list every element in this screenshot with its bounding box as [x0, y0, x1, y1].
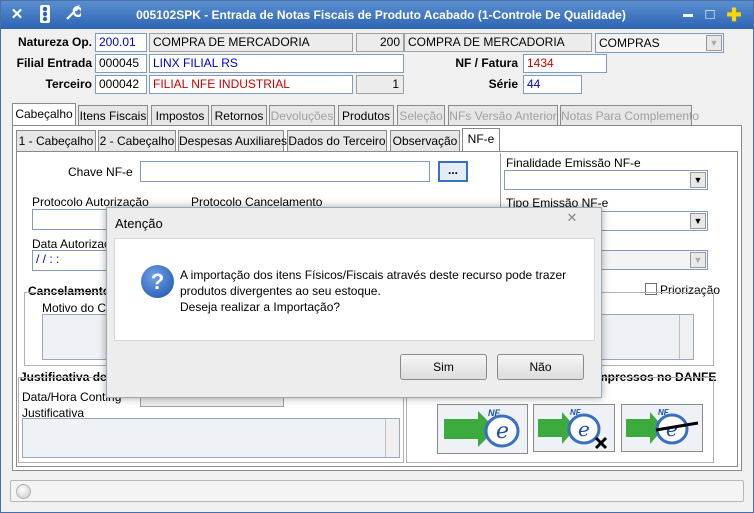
terceiro-name-field[interactable]: FILIAL NFE INDUSTRIAL — [149, 75, 353, 94]
tab-retornos[interactable]: Retornos — [211, 105, 267, 126]
serie-label: Série — [488, 77, 518, 91]
subtab-despesas-auxiliares[interactable]: Despesas Auxiliares — [178, 130, 288, 151]
nf-fatura-label: NF / Fatura — [455, 56, 518, 70]
no-button[interactable]: Não — [497, 354, 584, 380]
finalidade-dropdown[interactable]: ▼ — [504, 170, 708, 190]
maximize-icon[interactable]: □ — [700, 5, 720, 25]
natureza-type-value: COMPRAS — [599, 36, 660, 50]
nfe-cancel-icon: e NF — [538, 408, 608, 450]
tab-itens-fiscais[interactable]: Itens Fiscais — [78, 105, 148, 126]
tab-notas-complemento-label: Notas Para Complemento — [561, 109, 700, 123]
nfe-inutilize-icon: e NF — [626, 408, 699, 445]
filial-code-field[interactable]: 000045 — [95, 54, 147, 73]
justificativa-scrollbar[interactable] — [385, 419, 399, 457]
subtab-1-cabecalho[interactable]: 1 - Cabeçalho — [16, 130, 96, 151]
tab-itens-fiscais-label: Itens Fiscais — [79, 109, 147, 123]
natureza-desc-field: COMPRA DE MERCADORIA — [149, 33, 353, 52]
nfe-send-button[interactable]: e NF — [437, 404, 528, 454]
tab-cabecalho[interactable]: Cabeçalho — [12, 103, 76, 126]
subtab-observacao-label: Observação — [392, 134, 458, 148]
dialog-close-icon[interactable]: ✕ — [549, 208, 595, 228]
natureza-type-dropdown[interactable]: COMPRAS ▼ — [595, 33, 724, 53]
nfe-cancel-e: e — [578, 417, 590, 441]
filial-label: Filial Entrada — [16, 56, 92, 70]
chevron-down-icon: ▼ — [706, 35, 722, 51]
chave-browse-button[interactable]: ... — [438, 161, 468, 182]
subtab-2-cabecalho-label: 2 - Cabeçalho — [99, 134, 175, 148]
tab-impostos-label: Impostos — [155, 109, 205, 123]
tab-retornos-label: Retornos — [214, 109, 264, 123]
nfe-inutilize-button[interactable]: e NF — [621, 404, 703, 452]
question-icon: ? — [141, 265, 174, 298]
nfe-send-e: e — [496, 419, 509, 444]
subtab-despesas-auxiliares-label: Despesas Auxiliares — [179, 134, 288, 148]
chevron-down-icon: ▼ — [690, 172, 706, 188]
nfe-cancel-button[interactable]: e NF — [533, 404, 615, 452]
minimize-icon[interactable]: ▬ — [678, 5, 698, 25]
dialog-message: A importação dos itens Físicos/Fiscais a… — [180, 267, 566, 315]
tab-impostos[interactable]: Impostos — [151, 105, 209, 126]
yes-button[interactable]: Sim — [400, 354, 487, 380]
window-title: 005102SPK - Entrada de Notas Fiscais de … — [136, 8, 626, 22]
dialog-message-line1: A importação dos itens Físicos/Fiscais a… — [180, 268, 567, 282]
title-bar: ✕ 005102SPK - Entrada de Notas Fiscais d… — [1, 1, 753, 29]
finalidade-label: Finalidade Emissão NF-e — [506, 156, 641, 170]
tab-devolucoes[interactable]: Devoluções — [269, 105, 335, 126]
natureza-code-field[interactable]: 200.01 — [95, 33, 147, 52]
dialog-title: Atenção — [115, 216, 163, 231]
nfe-cancel-nf: NF — [570, 408, 582, 417]
tab-cabecalho-label: Cabeçalho — [15, 107, 73, 121]
nfe-send-icon: e NF — [444, 408, 520, 448]
natureza-label: Natureza Op. — [17, 35, 92, 49]
status-indicator-icon — [16, 484, 31, 499]
nfe-send-nf: NF — [488, 408, 500, 418]
subtab-nfe[interactable]: NF-e — [462, 128, 500, 151]
subtab-1-cabecalho-label: 1 - Cabeçalho — [18, 134, 94, 148]
terceiro-code-field[interactable]: 000042 — [95, 75, 147, 94]
tab-nfs-versao-anterior[interactable]: NFs Versão Anterior — [448, 105, 558, 126]
tab-produtos-label: Produtos — [341, 109, 391, 123]
motivo-scrollbar[interactable] — [679, 315, 693, 359]
dialog-message-area: ? A importação dos itens Físicos/Fiscais… — [114, 238, 595, 341]
tipo-emissao-dropdown[interactable]: ▼ — [596, 211, 708, 231]
confirm-dialog: Atenção ✕ ? A importação dos itens Físic… — [106, 207, 602, 398]
chave-nfe-field[interactable] — [140, 161, 430, 182]
dialog-message-line2: produtos divergentes ao seu estoque. — [180, 284, 381, 298]
terceiro-label: Terceiro — [45, 77, 92, 91]
subtab-dados-terceiro[interactable]: Dados do Terceiro — [287, 130, 387, 151]
subtab-nfe-label: NF-e — [467, 132, 495, 146]
tab-devolucoes-label: Devoluções — [270, 109, 334, 123]
justificativa-textarea[interactable] — [22, 418, 400, 458]
chevron-down-icon: ▼ — [690, 213, 706, 229]
serie-field[interactable]: 44 — [523, 75, 582, 94]
tab-notas-complemento[interactable]: Notas Para Complemento — [560, 105, 699, 126]
nf-fatura-field[interactable]: 1434 — [523, 54, 607, 73]
subtab-observacao[interactable]: Observação — [390, 130, 460, 151]
tab-nfs-versao-anterior-label: NFs Versão Anterior — [449, 109, 557, 123]
subtab-2-cabecalho[interactable]: 2 - Cabeçalho — [98, 130, 176, 151]
close-icon[interactable]: ✕ — [7, 5, 27, 25]
secondary-dropdown[interactable]: ▼ — [596, 250, 708, 270]
filial-name-field[interactable]: LINX FILIAL RS — [149, 54, 404, 73]
subtab-dados-terceiro-label: Dados do Terceiro — [288, 134, 386, 148]
tab-produtos[interactable]: Produtos — [338, 105, 394, 126]
chave-nfe-label: Chave NF-e — [68, 165, 133, 179]
tab-selecao[interactable]: Seleção — [397, 105, 445, 126]
motivo-label: Motivo do Ca — [42, 301, 113, 315]
tab-selecao-label: Seleção — [399, 109, 443, 123]
natureza-code2-field: 200 — [356, 33, 404, 52]
natureza-desc2-field: COMPRA DE MERCADORIA — [404, 33, 592, 52]
traffic-light-icon[interactable] — [35, 5, 55, 25]
nfe-inutilize-nf: NF — [658, 408, 670, 417]
status-bar — [10, 480, 744, 502]
dialog-message-line3: Deseja realizar a Importação? — [180, 300, 341, 314]
add-icon[interactable]: ✚ — [724, 5, 744, 25]
chevron-down-icon: ▼ — [690, 252, 706, 268]
terceiro-count-field: 1 — [356, 75, 404, 94]
data-autorizacao-label: Data Autorizaç — [32, 237, 111, 251]
